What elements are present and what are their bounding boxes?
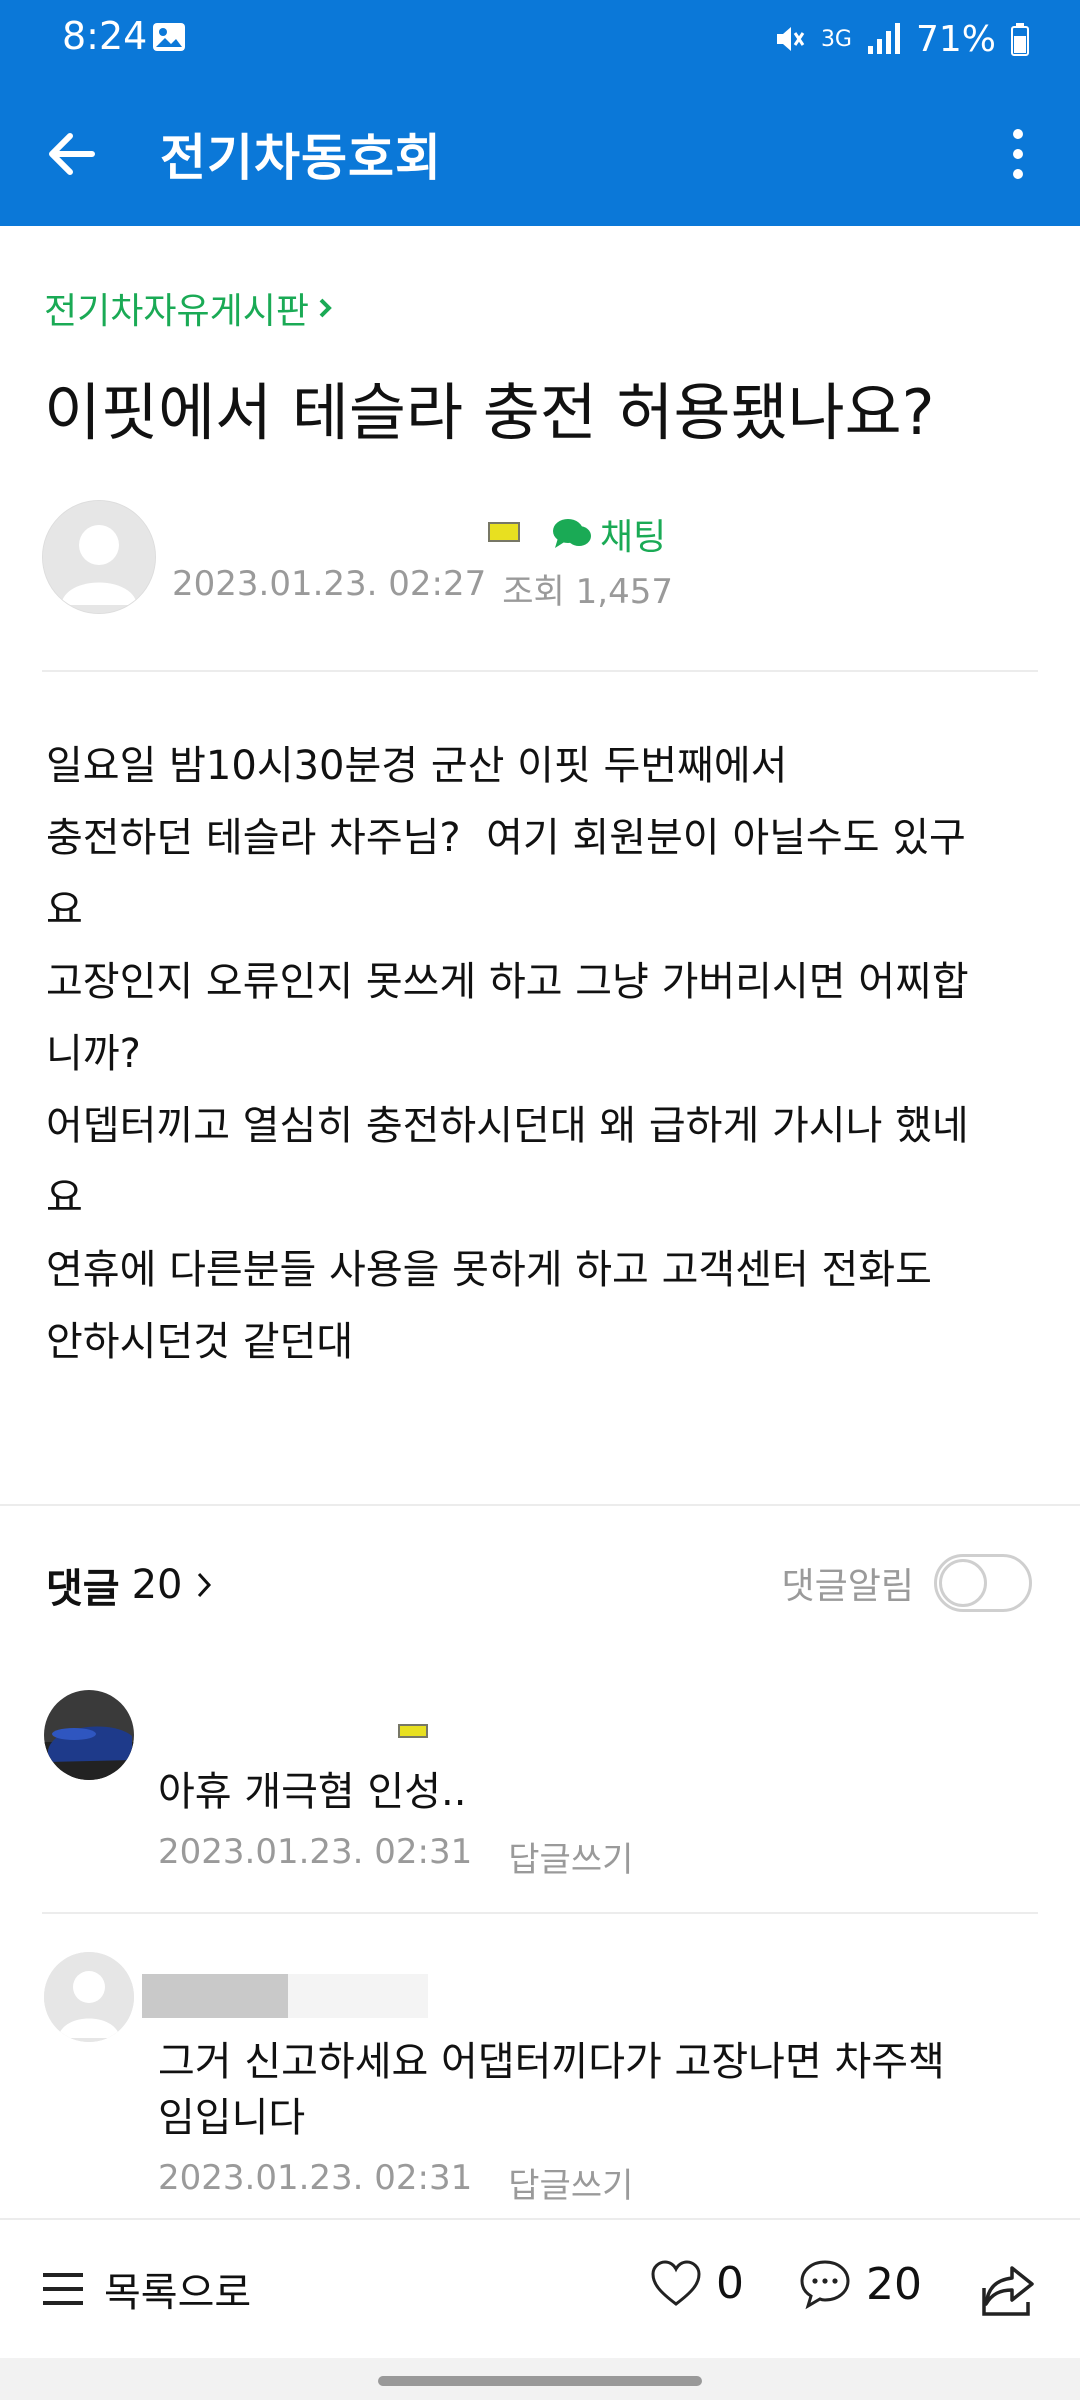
default-avatar-icon	[44, 1952, 134, 2042]
chevron-right-icon	[319, 298, 332, 318]
network-type: 3G	[820, 26, 852, 52]
commenter-name-redacted	[288, 1974, 428, 2018]
chat-label: 채팅	[600, 517, 667, 558]
app-bar: 전기차동호회	[0, 78, 1080, 226]
body-line: 요	[46, 887, 83, 933]
body-line: 충전하던 테슬라 차주님? 여기 회원분이 아닐수도 있구	[46, 815, 966, 861]
comments-count: 20	[131, 1562, 183, 1608]
battery-percent: 71%	[915, 18, 996, 60]
status-time: 8:24	[62, 14, 148, 58]
like-button[interactable]: 0	[650, 2258, 744, 2309]
post-views: 조회 1,457	[502, 572, 673, 612]
signal-icon	[867, 23, 900, 54]
member-level-badge	[488, 522, 520, 542]
body-line: 연휴에 다른분들 사용을 못하게 하고 고객센터 전화도	[46, 1247, 932, 1293]
status-bar: 8:24 3G 71%	[0, 0, 1080, 78]
body-line: 요	[46, 1175, 83, 1221]
body-line: 어뎁터끼고 열심히 충전하시던대 왜 급하게 가시나 했네	[46, 1103, 969, 1149]
status-right-group: 3G 71%	[771, 14, 1030, 64]
member-level-badge	[398, 1724, 428, 1738]
chat-bubble-icon	[553, 519, 591, 548]
comment-alarm: 댓글알림	[782, 1554, 1032, 1612]
author-name-redacted	[176, 518, 476, 548]
gallery-notification-icon	[153, 23, 185, 51]
mute-icon	[776, 27, 805, 51]
alarm-label: 댓글알림	[781, 1566, 914, 1607]
commenter-name-redacted	[158, 1708, 418, 1742]
comment-date: 2023.01.23. 02:31	[158, 1832, 473, 1872]
home-gesture-pill[interactable]	[378, 2376, 702, 2386]
section-divider	[0, 1504, 1080, 1506]
commenter-name-redacted	[142, 1974, 288, 2018]
heart-icon	[651, 2259, 701, 2306]
toggle-knob	[939, 1559, 987, 1607]
comment-date: 2023.01.23. 02:31	[158, 2158, 473, 2198]
comment-count: 20	[866, 2258, 922, 2310]
body-line: 안하시던것 같던대	[46, 1319, 354, 1365]
system-nav-bar	[0, 2358, 1080, 2400]
comment-divider	[42, 1912, 1038, 1914]
comment-text: 아휴 개극혐 인성..	[158, 1769, 467, 1815]
body-line: 니까?	[46, 1031, 141, 1077]
default-avatar-icon	[43, 501, 155, 613]
list-label: 목록으로	[104, 2270, 252, 2316]
post-date: 2023.01.23. 02:27	[172, 564, 487, 604]
comment-meta: 2023.01.23. 02:31 답글쓰기	[158, 2158, 633, 2207]
post-title: 이핏에서 테슬라 충전 허용됐나요?	[44, 376, 935, 449]
comment-text: 그거 신고하세요 어댑터끼다가 고장나면 차주책 임입니다	[158, 2039, 945, 2141]
body-line: 고장인지 오류인지 못쓰게 하고 그냥 가버리시면 어찌합	[46, 959, 969, 1005]
share-icon[interactable]	[976, 2258, 1040, 2322]
board-link[interactable]: 전기차자유게시판	[44, 282, 335, 334]
more-options-icon[interactable]	[986, 122, 1050, 186]
back-to-list-button[interactable]: 목록으로	[40, 2260, 251, 2318]
reply-button[interactable]: 답글쓰기	[508, 1832, 633, 1881]
menu-icon	[43, 2273, 83, 2305]
post-meta: 2023.01.23. 02:27 조회 1,457	[172, 564, 673, 613]
car-photo-avatar	[44, 1690, 134, 1780]
like-count: 0	[716, 2258, 744, 2309]
commenter-avatar[interactable]	[44, 1690, 134, 1780]
comments-label: 댓글	[46, 1566, 120, 1612]
chat-button[interactable]: 채팅	[552, 508, 666, 560]
author-avatar[interactable]	[42, 500, 156, 614]
comments-header[interactable]: 댓글 20	[46, 1556, 215, 1614]
comment-bubble-icon	[800, 2260, 850, 2310]
board-name: 전기차자유게시판	[44, 291, 309, 332]
commenter-avatar[interactable]	[44, 1952, 134, 2042]
app-title: 전기차동호회	[160, 129, 442, 187]
chevron-right-icon	[197, 1572, 211, 1598]
battery-icon	[1011, 23, 1029, 56]
comment-button[interactable]: 20	[798, 2258, 922, 2310]
body-line: 일요일 밤10시30분경 군산 이핏 두번째에서	[46, 743, 788, 789]
header-divider	[42, 670, 1038, 672]
bottom-action-bar: 목록으로 0 20	[0, 2218, 1080, 2360]
back-arrow-icon[interactable]	[40, 122, 104, 186]
reply-button[interactable]: 답글쓰기	[508, 2158, 633, 2207]
post-body: 일요일 밤10시30분경 군산 이핏 두번째에서 충전하던 테슬라 차주님? 여…	[46, 730, 1046, 1378]
comment-meta: 2023.01.23. 02:31 답글쓰기	[158, 1832, 633, 1881]
alarm-toggle[interactable]	[934, 1554, 1032, 1612]
